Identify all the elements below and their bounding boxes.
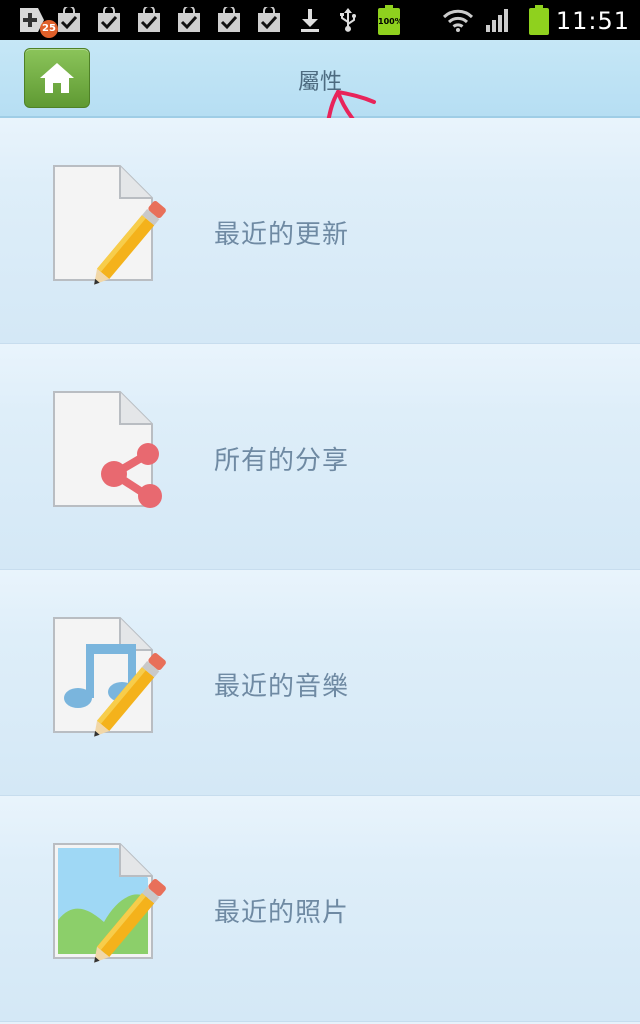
menu-item-label: 所有的分享	[214, 446, 350, 476]
menu-item-recent-music[interactable]: 最近的音樂	[0, 570, 640, 796]
bag-check-icon	[56, 0, 82, 40]
music-document-pencil-icon	[53, 617, 166, 737]
page-title: 屬性	[297, 70, 342, 95]
menu-item-label: 最近的音樂	[214, 672, 350, 702]
menu-item-recent-photos[interactable]: 最近的照片	[0, 796, 640, 1022]
status-clock: 11:51	[555, 7, 630, 35]
download-icon	[298, 0, 322, 40]
bag-check-icon	[96, 0, 122, 40]
usb-icon	[336, 0, 360, 40]
photo-document-pencil-icon	[53, 843, 166, 963]
bag-check-icon	[216, 0, 242, 40]
menu-item-label: 最近的照片	[214, 898, 350, 928]
title-bar: 屬性	[0, 40, 640, 118]
wifi-icon	[440, 0, 476, 40]
document-share-icon	[53, 391, 162, 508]
status-bar: 25 100% 11:51	[0, 0, 640, 40]
battery-full-icon: 100%	[376, 0, 403, 40]
menu-item-all-shares[interactable]: 所有的分享	[0, 344, 640, 570]
document-pencil-icon	[53, 165, 166, 285]
menu-list: 最近的更新 所有的分享 最近的音樂 最近的照片	[0, 118, 640, 1022]
bag-check-icon	[176, 0, 202, 40]
bag-check-icon	[136, 0, 162, 40]
menu-item-label: 最近的更新	[214, 220, 350, 250]
add-notification-icon: 25	[12, 0, 58, 40]
battery-percent-label: 100%	[378, 17, 403, 26]
signal-icon	[484, 0, 512, 40]
battery-icon	[526, 0, 552, 40]
menu-item-recent-updates[interactable]: 最近的更新	[0, 118, 640, 344]
bag-check-icon	[256, 0, 282, 40]
